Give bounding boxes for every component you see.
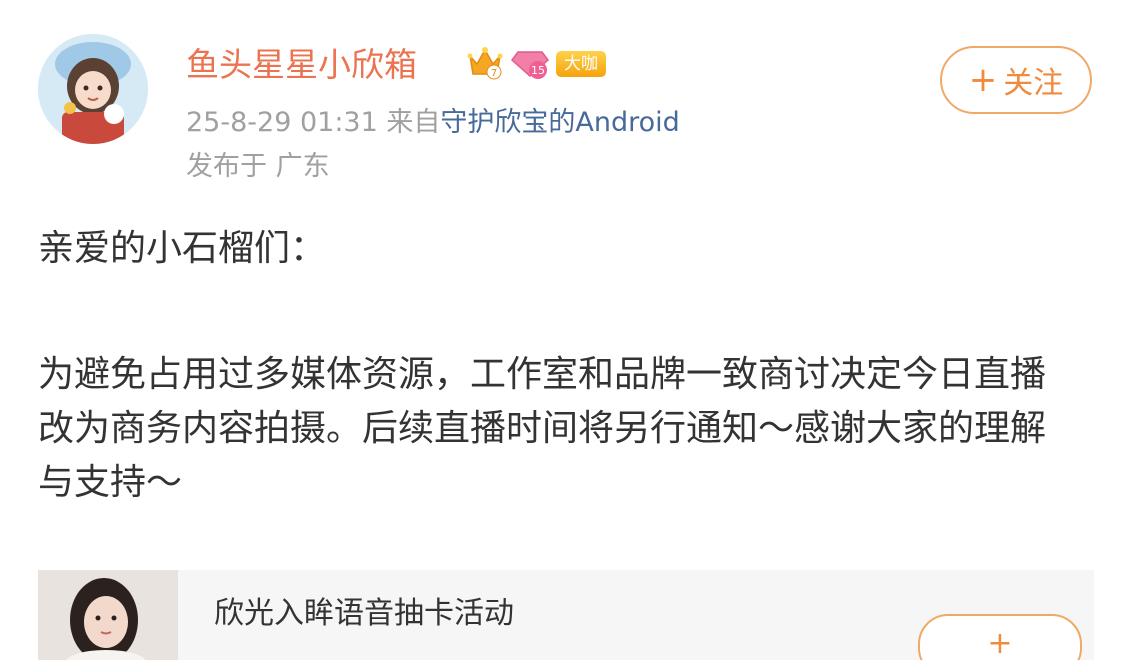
follow-label: 关注 bbox=[1003, 66, 1064, 101]
avatar-illustration bbox=[38, 34, 148, 144]
card-thumbnail bbox=[38, 570, 178, 660]
post-time: 25-8-29 01:31 bbox=[186, 107, 378, 138]
vip-badge[interactable]: 大咖 bbox=[556, 51, 606, 77]
author-name[interactable]: 鱼头星星小欣箱 bbox=[186, 42, 417, 88]
source-link[interactable]: 守护欣宝的Android bbox=[440, 107, 679, 138]
author-badges: 7 15 大咖 bbox=[466, 44, 606, 84]
crown-level: 7 bbox=[491, 68, 497, 79]
crown-icon[interactable]: 7 bbox=[466, 44, 504, 84]
post-content: 亲爱的小石榴们： 为避免占用过多媒体资源，工作室和品牌一致商讨决定今日直播改为商… bbox=[38, 222, 1078, 510]
source-prefix: 来自 bbox=[386, 107, 441, 138]
author-avatar[interactable] bbox=[38, 34, 148, 144]
card-title: 欣光入眸语音抽卡活动 bbox=[214, 596, 514, 631]
post-body: 为避免占用过多媒体资源，工作室和品牌一致商讨决定今日直播改为商务内容拍摄。后续直… bbox=[38, 354, 1047, 503]
post-greeting: 亲爱的小石榴们： bbox=[38, 228, 327, 269]
fan-level-icon[interactable]: 15 bbox=[510, 44, 550, 84]
linked-card[interactable]: 欣光入眸语音抽卡活动 + bbox=[38, 570, 1094, 660]
follow-button[interactable]: + 关注 bbox=[940, 46, 1092, 114]
post-meta: 25-8-29 01:31 来自守护欣宝的Android bbox=[186, 104, 680, 142]
plus-icon: + bbox=[968, 60, 998, 100]
fan-level: 15 bbox=[531, 64, 545, 77]
card-follow-button[interactable]: + bbox=[918, 614, 1082, 660]
post-region: 发布于 广东 bbox=[186, 151, 330, 182]
